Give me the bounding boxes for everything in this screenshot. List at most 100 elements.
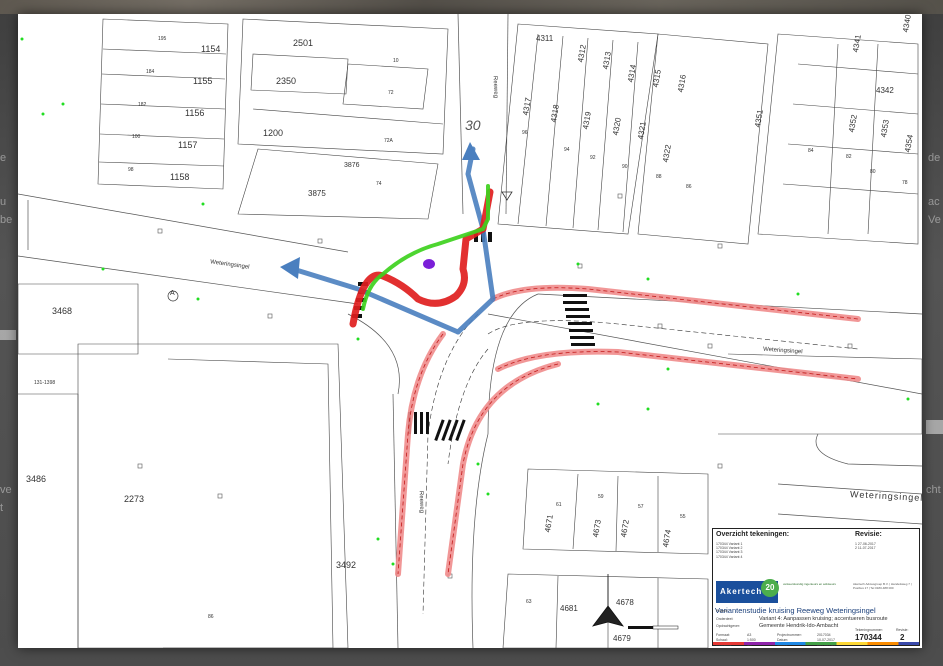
house-number: 94 bbox=[564, 147, 570, 153]
house-number: 195 bbox=[158, 36, 167, 42]
parcel-number: 4313 bbox=[600, 50, 613, 71]
house-number: 59 bbox=[598, 494, 604, 500]
parcel-number: 3486 bbox=[26, 474, 47, 484]
street-label: Weteringsingel bbox=[762, 346, 803, 356]
background-element bbox=[0, 330, 16, 340]
parcel-number: 4673 bbox=[590, 518, 603, 539]
parcel-number: 4322 bbox=[660, 143, 673, 164]
house-number: 100 bbox=[132, 134, 141, 140]
meta-label: Opdrachtgever: bbox=[716, 624, 741, 628]
color-bar bbox=[713, 642, 919, 645]
house-number: 84 bbox=[808, 148, 814, 154]
parcel-number: 2501 bbox=[293, 38, 314, 48]
street-label: Reeweg bbox=[491, 75, 499, 99]
meta-value: A3 bbox=[747, 633, 752, 637]
revision-list: 1 27-06-2017 2 11-07-2017 bbox=[855, 542, 876, 550]
background-text: ac bbox=[928, 196, 940, 208]
overview-row: 170344 Variant 3 bbox=[716, 550, 743, 555]
house-number: 86 bbox=[208, 614, 214, 620]
parcel-number: 4321 bbox=[635, 120, 648, 141]
title-block: Overzicht tekeningen: Revisie: 170344 Va… bbox=[712, 528, 920, 647]
house-number: 72 bbox=[388, 90, 394, 96]
house-number: 63 bbox=[526, 599, 532, 605]
parcel-number: 4342 bbox=[876, 86, 894, 95]
parcel-number: 4314 bbox=[625, 63, 638, 84]
overview-row: 170344 Variant 4 bbox=[716, 554, 743, 559]
parcel-number: 1157 bbox=[178, 140, 198, 150]
house-number: 72A bbox=[384, 138, 393, 144]
meta-label: Onderdeel: bbox=[716, 617, 734, 621]
parcel-number: 131-1398 bbox=[34, 380, 56, 386]
company-address: Akertech Adviesgroep B.V. | Handelsweg 7… bbox=[853, 582, 912, 590]
drawing-number-label: Tekeningnummer: bbox=[855, 628, 883, 632]
parcel-number: 4319 bbox=[580, 110, 593, 131]
house-number: 55 bbox=[680, 514, 686, 520]
house-number: 92 bbox=[590, 155, 596, 161]
parcel-number: 4311 bbox=[536, 34, 554, 43]
meta-value: 2017034 bbox=[817, 633, 831, 637]
drawing-number: 170344 bbox=[855, 633, 882, 642]
parcel-number: 4351 bbox=[752, 108, 765, 129]
house-number: 86 bbox=[686, 184, 692, 190]
house-number: 184 bbox=[146, 69, 155, 75]
parcel-number: 4318 bbox=[548, 103, 561, 124]
project-subtitle: Variant 4: Aanpassen kruising; accentuer… bbox=[759, 616, 888, 622]
background-text: t bbox=[0, 502, 4, 514]
parcel-number: 4315 bbox=[650, 68, 663, 89]
logo-badge: 20 bbox=[761, 579, 779, 597]
overview-list: 170344 Variant 1 170344 Variant 2 170344… bbox=[716, 542, 742, 559]
background-text: be bbox=[0, 214, 13, 226]
parcel-number: 4671 bbox=[542, 513, 555, 534]
parcel-number: 4312 bbox=[575, 43, 588, 64]
parcel-number: 4320 bbox=[610, 116, 623, 137]
house-number: 96 bbox=[522, 130, 528, 136]
house-number: 74 bbox=[376, 181, 382, 187]
parcel-number: 1155 bbox=[193, 76, 213, 86]
revision-heading: Revisie: bbox=[855, 531, 882, 538]
meta-label: Project: bbox=[716, 609, 728, 613]
background-text: u bbox=[0, 196, 7, 208]
parcel-number: 4672 bbox=[618, 518, 631, 539]
house-number: 90 bbox=[622, 164, 628, 170]
parcel-number: 3492 bbox=[336, 560, 357, 570]
parcel-number: 4341 bbox=[850, 33, 863, 54]
parcel-number: 4681 bbox=[560, 604, 578, 613]
parcel-number: 4340 bbox=[900, 14, 913, 34]
parcel-number: 2350 bbox=[276, 76, 297, 86]
street-label: Reeweg bbox=[417, 490, 425, 514]
meta-label: Formaat: bbox=[716, 633, 731, 637]
parcel-number: 4352 bbox=[846, 113, 859, 134]
revision-number: 2 bbox=[900, 633, 905, 642]
background-text: de bbox=[928, 152, 941, 164]
marker-a-label: A bbox=[170, 290, 175, 297]
parcel-number: 3876 bbox=[344, 162, 360, 169]
revision-label: Revisie: bbox=[896, 628, 909, 632]
background-element bbox=[926, 420, 943, 434]
house-number: 88 bbox=[656, 174, 662, 180]
parcel-number: 4354 bbox=[902, 133, 915, 154]
company-tagline: verkeerskundig ingenieurs en adviseurs bbox=[783, 582, 836, 586]
parcel-number: 1158 bbox=[170, 172, 190, 182]
street-label: Weteringsingel bbox=[209, 259, 250, 271]
parcel-number: 4316 bbox=[675, 73, 688, 94]
parcel-number: 1200 bbox=[263, 128, 284, 138]
house-number: 82 bbox=[846, 154, 852, 160]
house-number: 61 bbox=[556, 502, 562, 508]
house-number: 182 bbox=[138, 102, 147, 108]
parcel-number: 1156 bbox=[185, 108, 205, 118]
background-text: Ve bbox=[928, 214, 941, 226]
parcel-number: 2273 bbox=[124, 494, 145, 504]
street-label: Weteringsingel bbox=[849, 489, 922, 503]
house-number: 98 bbox=[128, 167, 134, 173]
house-number: 57 bbox=[638, 504, 644, 510]
background-text: ve bbox=[0, 484, 12, 496]
background-text: cht bbox=[926, 484, 941, 496]
overview-heading: Overzicht tekeningen: bbox=[716, 531, 790, 538]
speed-limit-label: 30 bbox=[465, 117, 481, 133]
parcel-number: 3468 bbox=[52, 306, 73, 316]
drawing-sheet[interactable]: Reeweg Reeweg Weteringsingel Weteringsin… bbox=[18, 14, 922, 648]
house-number: 78 bbox=[902, 180, 908, 186]
parcel-number: 4678 bbox=[616, 598, 634, 607]
parcel-number: 4674 bbox=[660, 528, 673, 549]
parcel-number: 4317 bbox=[520, 96, 533, 117]
